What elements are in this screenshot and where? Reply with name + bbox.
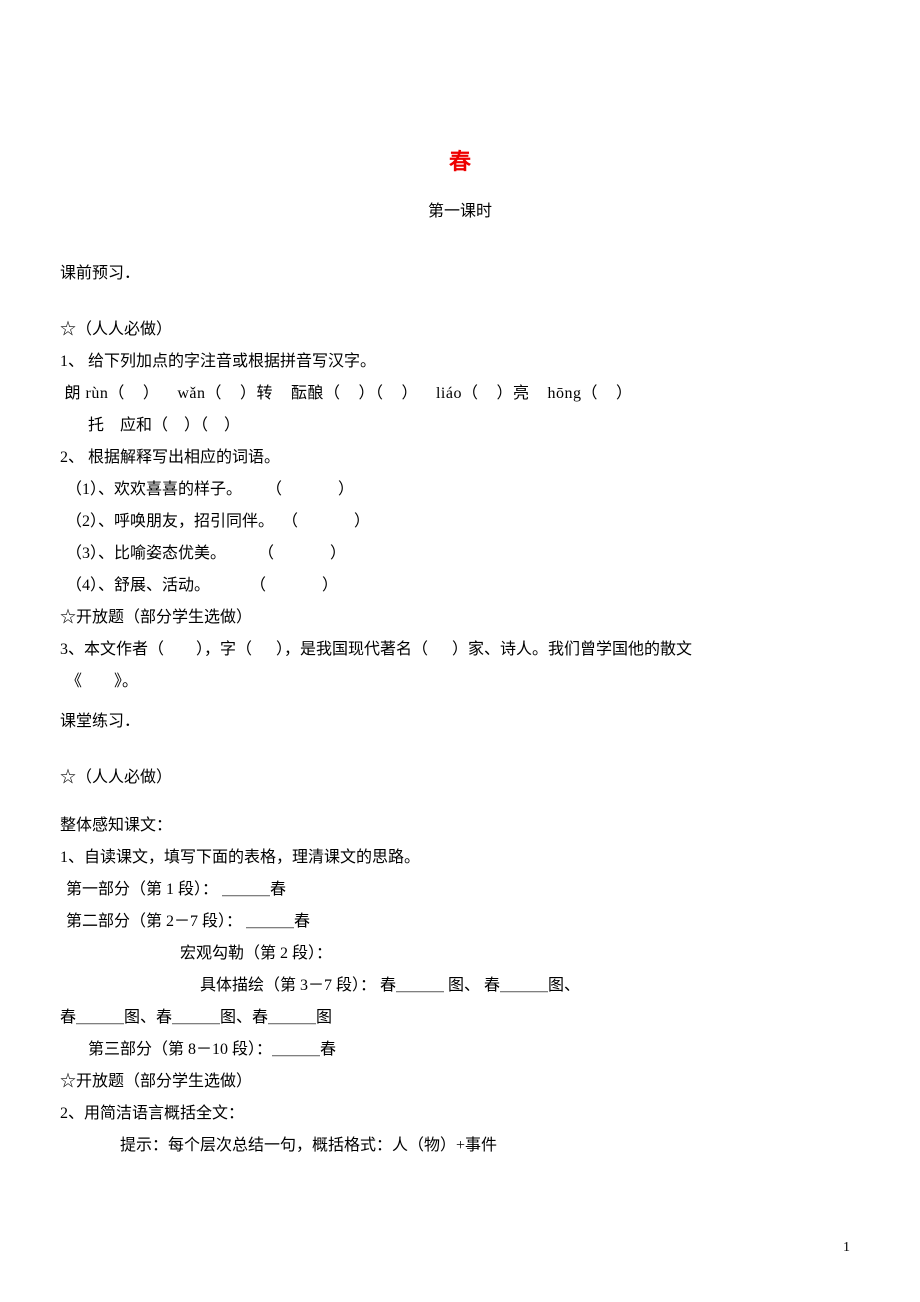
question-1-line-1: 朗 rùn（ ） wǎn（ ）转 酝酿（ ）（ ） liáo（ ）亮 hōng（… bbox=[60, 378, 860, 410]
inclass-q1-part1: 第一部分（第 1 段）： ＿＿＿春 bbox=[60, 874, 860, 906]
preclass-heading: 课前预习． bbox=[60, 258, 860, 290]
inclass-q1-part2: 第二部分（第 2－7 段）： ＿＿＿春 bbox=[60, 906, 860, 938]
required-label-2: ☆（人人必做） bbox=[60, 762, 860, 794]
question-2-header: 2、 根据解释写出相应的词语。 bbox=[60, 442, 860, 474]
question-1-header: 1、 给下列加点的字注音或根据拼音写汉字。 bbox=[60, 346, 860, 378]
question-3-line-1: 3、本文作者（ ），字（ ），是我国现代著名（ ）家、诗人。我们曾学国他的散文 bbox=[60, 634, 860, 666]
question-2-item: （3）、比喻姿态优美。 （ ） bbox=[60, 538, 860, 570]
optional-label: ☆开放题（部分学生选做） bbox=[60, 602, 860, 634]
optional-label-2: ☆开放题（部分学生选做） bbox=[60, 1066, 860, 1098]
inclass-q2-header: 2、用简洁语言概括全文： bbox=[60, 1098, 860, 1130]
inclass-q1-macro: 宏观勾勒（第 2 段）： bbox=[60, 938, 860, 970]
inclass-q2-hint: 提示：每个层次总结一句，概括格式：人（物）+事件 bbox=[60, 1130, 860, 1162]
question-2-item: （4）、舒展、活动。 （ ） bbox=[60, 570, 860, 602]
question-2-item: （1）、欢欢喜喜的样子。 （ ） bbox=[60, 474, 860, 506]
spacer bbox=[60, 794, 860, 810]
inclass-q1-header: 1、自读课文，填写下面的表格，理清课文的思路。 bbox=[60, 842, 860, 874]
page-number: 1 bbox=[843, 1234, 850, 1262]
question-2-item: （2）、呼唤朋友，招引同伴。 （ ） bbox=[60, 506, 860, 538]
question-3-line-2: 《 》。 bbox=[60, 666, 860, 698]
document-title: 春 bbox=[60, 140, 860, 184]
inclass-q1-extra: 春＿＿＿图、春＿＿＿图、春＿＿＿图 bbox=[60, 1002, 860, 1034]
required-label: ☆（人人必做） bbox=[60, 314, 860, 346]
inclass-q1-detail: 具体描绘（第 3－7 段）： 春＿＿＿ 图、 春＿＿＿图、 bbox=[60, 970, 860, 1002]
question-1-line-2: 托 应和（ ）（ ） bbox=[60, 410, 860, 442]
perceive-heading: 整体感知课文： bbox=[60, 810, 860, 842]
lesson-subtitle: 第一课时 bbox=[60, 196, 860, 228]
inclass-q1-part3: 第三部分（第 8－10 段）：＿＿＿春 bbox=[60, 1034, 860, 1066]
inclass-heading: 课堂练习． bbox=[60, 706, 860, 738]
